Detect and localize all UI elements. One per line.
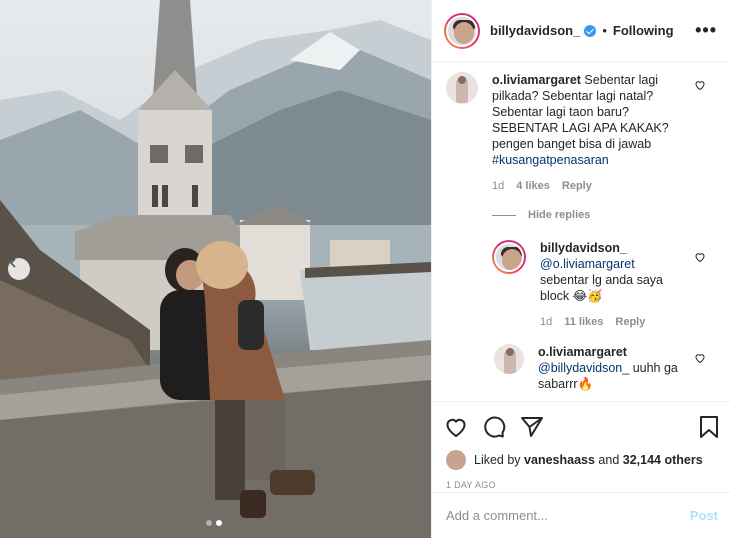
comment-item: o.liviamargaret Sebentar lagi pilkada? S… bbox=[446, 72, 716, 194]
reply-likes[interactable]: 11 likes bbox=[564, 314, 603, 330]
carousel-prev-button[interactable] bbox=[8, 258, 30, 280]
comment-username[interactable]: o.liviamargaret bbox=[492, 73, 581, 87]
reply-username[interactable]: o.liviamargaret bbox=[538, 344, 678, 360]
comment-time[interactable]: 1d bbox=[492, 178, 504, 194]
comments-list: o.liviamargaret Sebentar lagi pilkada? S… bbox=[432, 62, 731, 402]
likes-middle: and bbox=[598, 453, 620, 467]
author-username[interactable]: billydavidson_ bbox=[490, 23, 580, 38]
commenter-avatar[interactable] bbox=[446, 72, 478, 104]
reply-reply-button[interactable]: Reply bbox=[615, 314, 645, 330]
carousel-dots bbox=[206, 520, 222, 526]
post-date[interactable]: 1 DAY AGO bbox=[432, 480, 731, 490]
reply-username[interactable]: billydavidson_ bbox=[540, 240, 680, 256]
reply-item: o.liviamargaret @billydavidson_ uuhh ga … bbox=[494, 344, 712, 392]
post-side-panel: billydavidson_ • Following ••• o.liviama… bbox=[431, 0, 731, 538]
comment-icon[interactable] bbox=[482, 415, 506, 439]
reply-avatar[interactable] bbox=[494, 344, 524, 374]
add-comment-bar: Post bbox=[432, 492, 731, 538]
likes-count[interactable]: 32,144 others bbox=[623, 453, 703, 467]
reply-mention[interactable]: @billydavidson_ bbox=[538, 361, 629, 375]
carousel-dot-active bbox=[216, 520, 222, 526]
reply-item: billydavidson_ @o.liviamargaret sebentar… bbox=[492, 240, 712, 330]
reply-text: sebentar lg anda saya block 😂🥳 bbox=[540, 273, 664, 303]
post-header: billydavidson_ • Following ••• bbox=[432, 0, 731, 62]
likes-prefix: Liked by bbox=[474, 453, 521, 467]
bookmark-icon[interactable] bbox=[698, 415, 720, 439]
liker-avatar[interactable] bbox=[446, 450, 466, 470]
hide-replies-button[interactable]: Hide replies bbox=[492, 209, 590, 221]
comment-hashtag[interactable]: #kusangatpenasaran bbox=[492, 153, 609, 167]
reply-time[interactable]: 1d bbox=[540, 314, 552, 330]
post-actions: Liked by vaneshaass and 32,144 others 1 … bbox=[432, 401, 731, 538]
comment-reply-button[interactable]: Reply bbox=[562, 178, 592, 194]
liker-username[interactable]: vaneshaass bbox=[524, 453, 595, 467]
heart-icon[interactable] bbox=[694, 352, 706, 364]
hide-replies-label: Hide replies bbox=[528, 209, 591, 221]
heart-icon[interactable] bbox=[694, 251, 706, 263]
more-options-button[interactable]: ••• bbox=[695, 20, 717, 41]
author-avatar[interactable] bbox=[444, 12, 480, 49]
reply-avatar[interactable] bbox=[492, 240, 526, 274]
photo-scene bbox=[0, 0, 431, 538]
heart-icon[interactable] bbox=[694, 79, 706, 91]
chevron-left-icon bbox=[9, 258, 16, 268]
share-icon[interactable] bbox=[520, 415, 544, 439]
following-button[interactable]: Following bbox=[613, 23, 674, 38]
comment-likes[interactable]: 4 likes bbox=[516, 178, 550, 194]
header-separator: • bbox=[602, 23, 607, 38]
carousel-dot bbox=[206, 520, 212, 526]
post-photo[interactable] bbox=[0, 0, 431, 538]
like-heart-icon[interactable] bbox=[444, 415, 468, 439]
verified-icon bbox=[584, 24, 597, 37]
comment-input[interactable] bbox=[446, 508, 690, 523]
reply-mention[interactable]: @o.liviamargaret bbox=[540, 256, 680, 272]
post-comment-button[interactable]: Post bbox=[690, 508, 718, 523]
likes-summary: Liked by vaneshaass and 32,144 others bbox=[432, 450, 731, 470]
